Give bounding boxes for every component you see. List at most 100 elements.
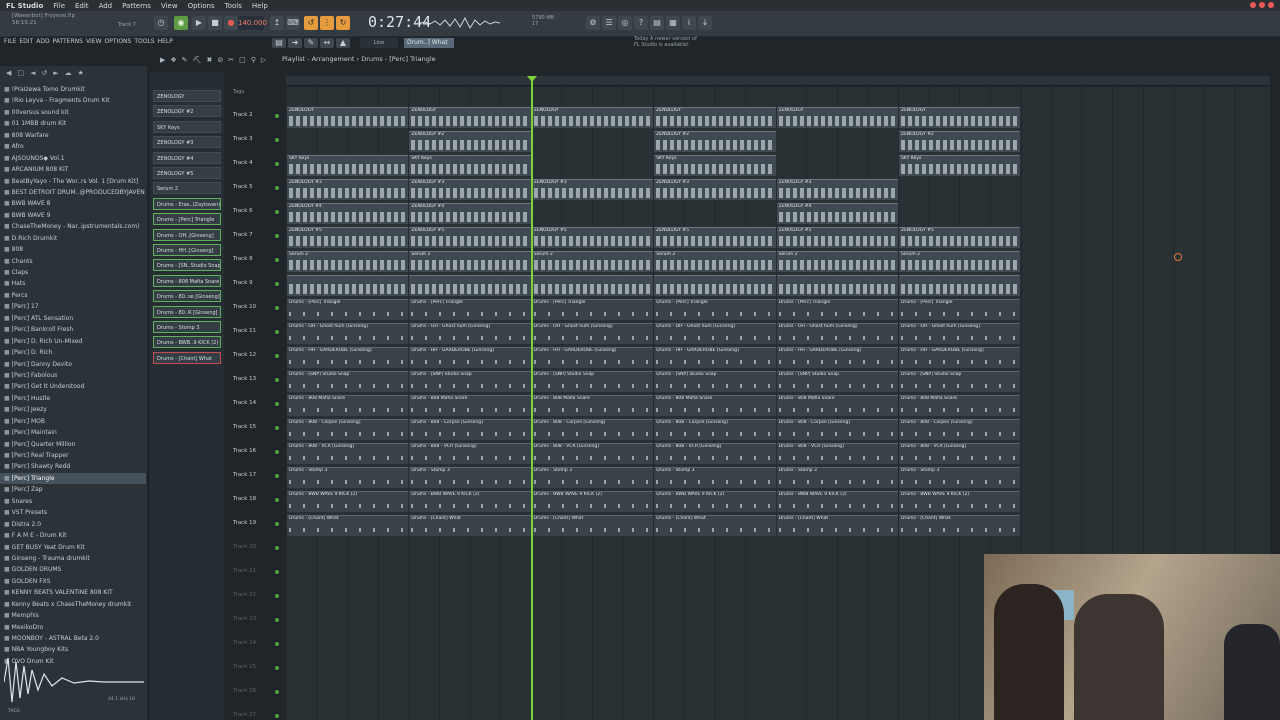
playlist-clip[interactable]: Drums - [Chant] What <box>531 515 654 536</box>
playlist-clip[interactable] <box>287 275 409 296</box>
menu-file[interactable]: File <box>53 2 65 10</box>
playlist-clip[interactable]: ZENOLOGY <box>287 107 409 128</box>
browser-item[interactable]: ■ AJSOUNDS◆ Vol.1 <box>0 153 146 164</box>
playlist-clip[interactable]: Drums - 808 - VCR [Ginseng] <box>531 443 654 464</box>
playlist-clip[interactable]: Drums - Stomp 3 <box>776 467 898 488</box>
track-mute-led[interactable] <box>275 162 279 166</box>
help-icon[interactable]: ? <box>634 16 648 30</box>
track-mute-led[interactable] <box>275 402 279 406</box>
picker-item[interactable]: Drums - 80..R [Ginseng] <box>153 305 221 318</box>
browser-item[interactable]: ■ 01 1MBB drum Kit <box>0 118 146 129</box>
playlist-clip[interactable]: Drums - BWB WAVE 9 KICK (2) <box>409 491 531 512</box>
picker-item[interactable]: Drums - OH..[Ginseng] <box>153 228 221 241</box>
playlist-clip[interactable]: Drums - [SNP] Studio Snap <box>531 371 654 392</box>
playlist-clip[interactable]: Drums - 808 - Corpse [Ginseng] <box>654 419 776 440</box>
countdown-button[interactable]: ↺ <box>304 16 318 30</box>
fl-menu-edit[interactable]: EDIT <box>19 38 33 45</box>
track-name[interactable]: Track 15 <box>233 424 256 430</box>
fl-menu-tools[interactable]: TOOLS <box>134 38 154 45</box>
playlist-clip[interactable] <box>654 275 776 296</box>
track-name[interactable]: Track 26 <box>233 688 256 694</box>
fl-menu-patterns[interactable]: PATTERNS <box>53 38 83 45</box>
browser-item[interactable]: ■ Chants <box>0 256 146 267</box>
picker-item[interactable]: SKY Keys <box>153 120 221 133</box>
browser-item[interactable]: ■ Claps <box>0 267 146 278</box>
browser-item[interactable]: ■ [Perc] Real Trapper <box>0 450 146 461</box>
browser-cloud-icon[interactable]: ☁ <box>65 69 72 77</box>
playlist-clip[interactable]: Drums - 808 Mafia Snare <box>654 395 776 416</box>
browser-item[interactable]: ■ [Perc] Triangle <box>0 472 146 485</box>
fl-menu-file[interactable]: FILE <box>4 38 16 45</box>
browser-item[interactable]: ■ GET BUSY Yeat Drum Kit <box>0 542 146 553</box>
track-mute-led[interactable] <box>275 234 279 238</box>
browser-item[interactable]: ■ [Perc] Fabolous <box>0 370 146 381</box>
playlist-clip[interactable]: Drums - Stomp 3 <box>654 467 776 488</box>
browser-item[interactable]: ■ !Praizewa Tomo Drumkit <box>0 84 146 95</box>
playback-tool-icon[interactable]: ▷ <box>261 56 266 64</box>
playlist-clip[interactable]: Drums - [Perc] Triangle <box>776 299 898 320</box>
typing-keyboard-icon[interactable]: ⌨ <box>286 16 300 30</box>
track-mute-led[interactable] <box>275 666 279 670</box>
playlist-clip[interactable]: Drums - HH - GARDEROBE [Ginseng] <box>409 347 531 368</box>
playlist-clip[interactable]: SKY Keys <box>654 155 776 176</box>
mixer-icon[interactable]: ☰ <box>602 16 616 30</box>
track-mute-led[interactable] <box>275 354 279 358</box>
track-mute-led[interactable] <box>275 282 279 286</box>
track-name[interactable]: Track 24 <box>233 640 256 646</box>
playlist-clip[interactable]: Drums - [SNP] Studio Snap <box>287 371 409 392</box>
browser-item[interactable]: ■ Ginseng - Trauma drumkit <box>0 553 146 564</box>
track-name[interactable]: Track 12 <box>233 352 256 358</box>
playlist-clip[interactable]: ZENOLOGY #3 <box>409 179 531 200</box>
playlist-clip[interactable]: Drums - BWB WAVE 9 KICK (2) <box>654 491 776 512</box>
playlist-clip[interactable]: Drums - HH - GARDEROBE [Ginseng] <box>776 347 898 368</box>
channel-rack-icon[interactable]: ▦ <box>666 16 680 30</box>
playlist-clip[interactable]: Drums - 808 - Corpse [Ginseng] <box>899 419 1021 440</box>
playlist-clip[interactable]: ZENOLOGY #5 <box>531 227 654 248</box>
playlist-clip[interactable]: Drums - 808 - VCR [Ginseng] <box>776 443 898 464</box>
browser-menu-icon[interactable]: ◀ <box>6 69 11 77</box>
browser-star-icon[interactable]: ★ <box>78 69 84 77</box>
picker-item[interactable]: ZENOLOGY #2 <box>153 105 221 118</box>
picker-item[interactable]: Drums - [Perc] Triangle <box>153 213 221 226</box>
playlist-clip[interactable]: Drums - OH - Ghost hum [Ginseng] <box>531 323 654 344</box>
arrow-right-icon[interactable]: ➜ <box>288 38 302 48</box>
track-mute-led[interactable] <box>275 306 279 310</box>
slice-tool-icon[interactable]: ✂ <box>228 56 234 64</box>
browser-item[interactable]: ■ MOONBOY - ASTRAL Beta 2.0 <box>0 633 146 644</box>
browser-item[interactable]: ■ F A M E - Drum Kit <box>0 530 146 541</box>
track-name[interactable]: Track 5 <box>233 184 253 190</box>
browser-item[interactable]: ■ ARCANIUM 808 KIT <box>0 164 146 175</box>
playlist-clip[interactable]: Drums - 808 Mafia Snare <box>287 395 409 416</box>
track-mute-led[interactable] <box>275 522 279 526</box>
browser-item[interactable]: ■ 808 <box>0 244 146 255</box>
playlist-clip[interactable]: ZENOLOGY #5 <box>654 227 776 248</box>
menu-tools[interactable]: Tools <box>225 2 242 10</box>
browser-item[interactable]: ■ Percs <box>0 290 146 301</box>
playlist-clip[interactable]: Drums - [SNP] Studio Snap <box>776 371 898 392</box>
browser-forward-icon[interactable]: ► <box>53 69 58 77</box>
browser-item[interactable]: ■ BeatByYayo - The Wor..rs Vol. 1 [Drum K… <box>0 176 146 187</box>
playlist-clip[interactable]: Drums - 808 - VCR [Ginseng] <box>409 443 531 464</box>
playlist-clip[interactable]: Drums - 808 - VCR [Ginseng] <box>654 443 776 464</box>
playhead[interactable] <box>531 77 533 720</box>
browser-item[interactable]: ■ GOLDEN DRUMS <box>0 564 146 575</box>
playlist-clip[interactable]: SKY Keys <box>899 155 1021 176</box>
playlist-clip[interactable]: ZENOLOGY <box>654 107 776 128</box>
fl-menu-view[interactable]: VIEW <box>86 38 102 45</box>
browser-item[interactable]: ■ [Perc] Hustle <box>0 393 146 404</box>
playlist-clip[interactable]: Drums - 808 Mafia Snare <box>776 395 898 416</box>
playlist-clip[interactable] <box>531 275 654 296</box>
timeline-ruler[interactable] <box>286 76 1270 86</box>
track-name[interactable]: Track 16 <box>233 448 256 454</box>
zoom-tool-icon[interactable]: ⚲ <box>251 56 256 64</box>
playlist-clip[interactable]: ZENOLOGY #5 <box>899 227 1021 248</box>
playlist-clip[interactable]: Drums - OH - Ghost hum [Ginseng] <box>287 323 409 344</box>
playlist-clip[interactable]: Drums - [Perc] Triangle <box>287 299 409 320</box>
browser-back-icon[interactable]: ◄ <box>30 69 35 77</box>
browser-item[interactable]: ■ !Rio Leyva - Fragments Drum Kit <box>0 95 146 106</box>
track-name[interactable]: Track 8 <box>233 256 253 262</box>
playlist-clip[interactable]: Drums - OH - Ghost hum [Ginseng] <box>409 323 531 344</box>
record-button[interactable]: ● <box>224 16 238 30</box>
track-name[interactable]: Track 18 <box>233 496 256 502</box>
step-edit-button[interactable]: ⋮ <box>320 16 334 30</box>
